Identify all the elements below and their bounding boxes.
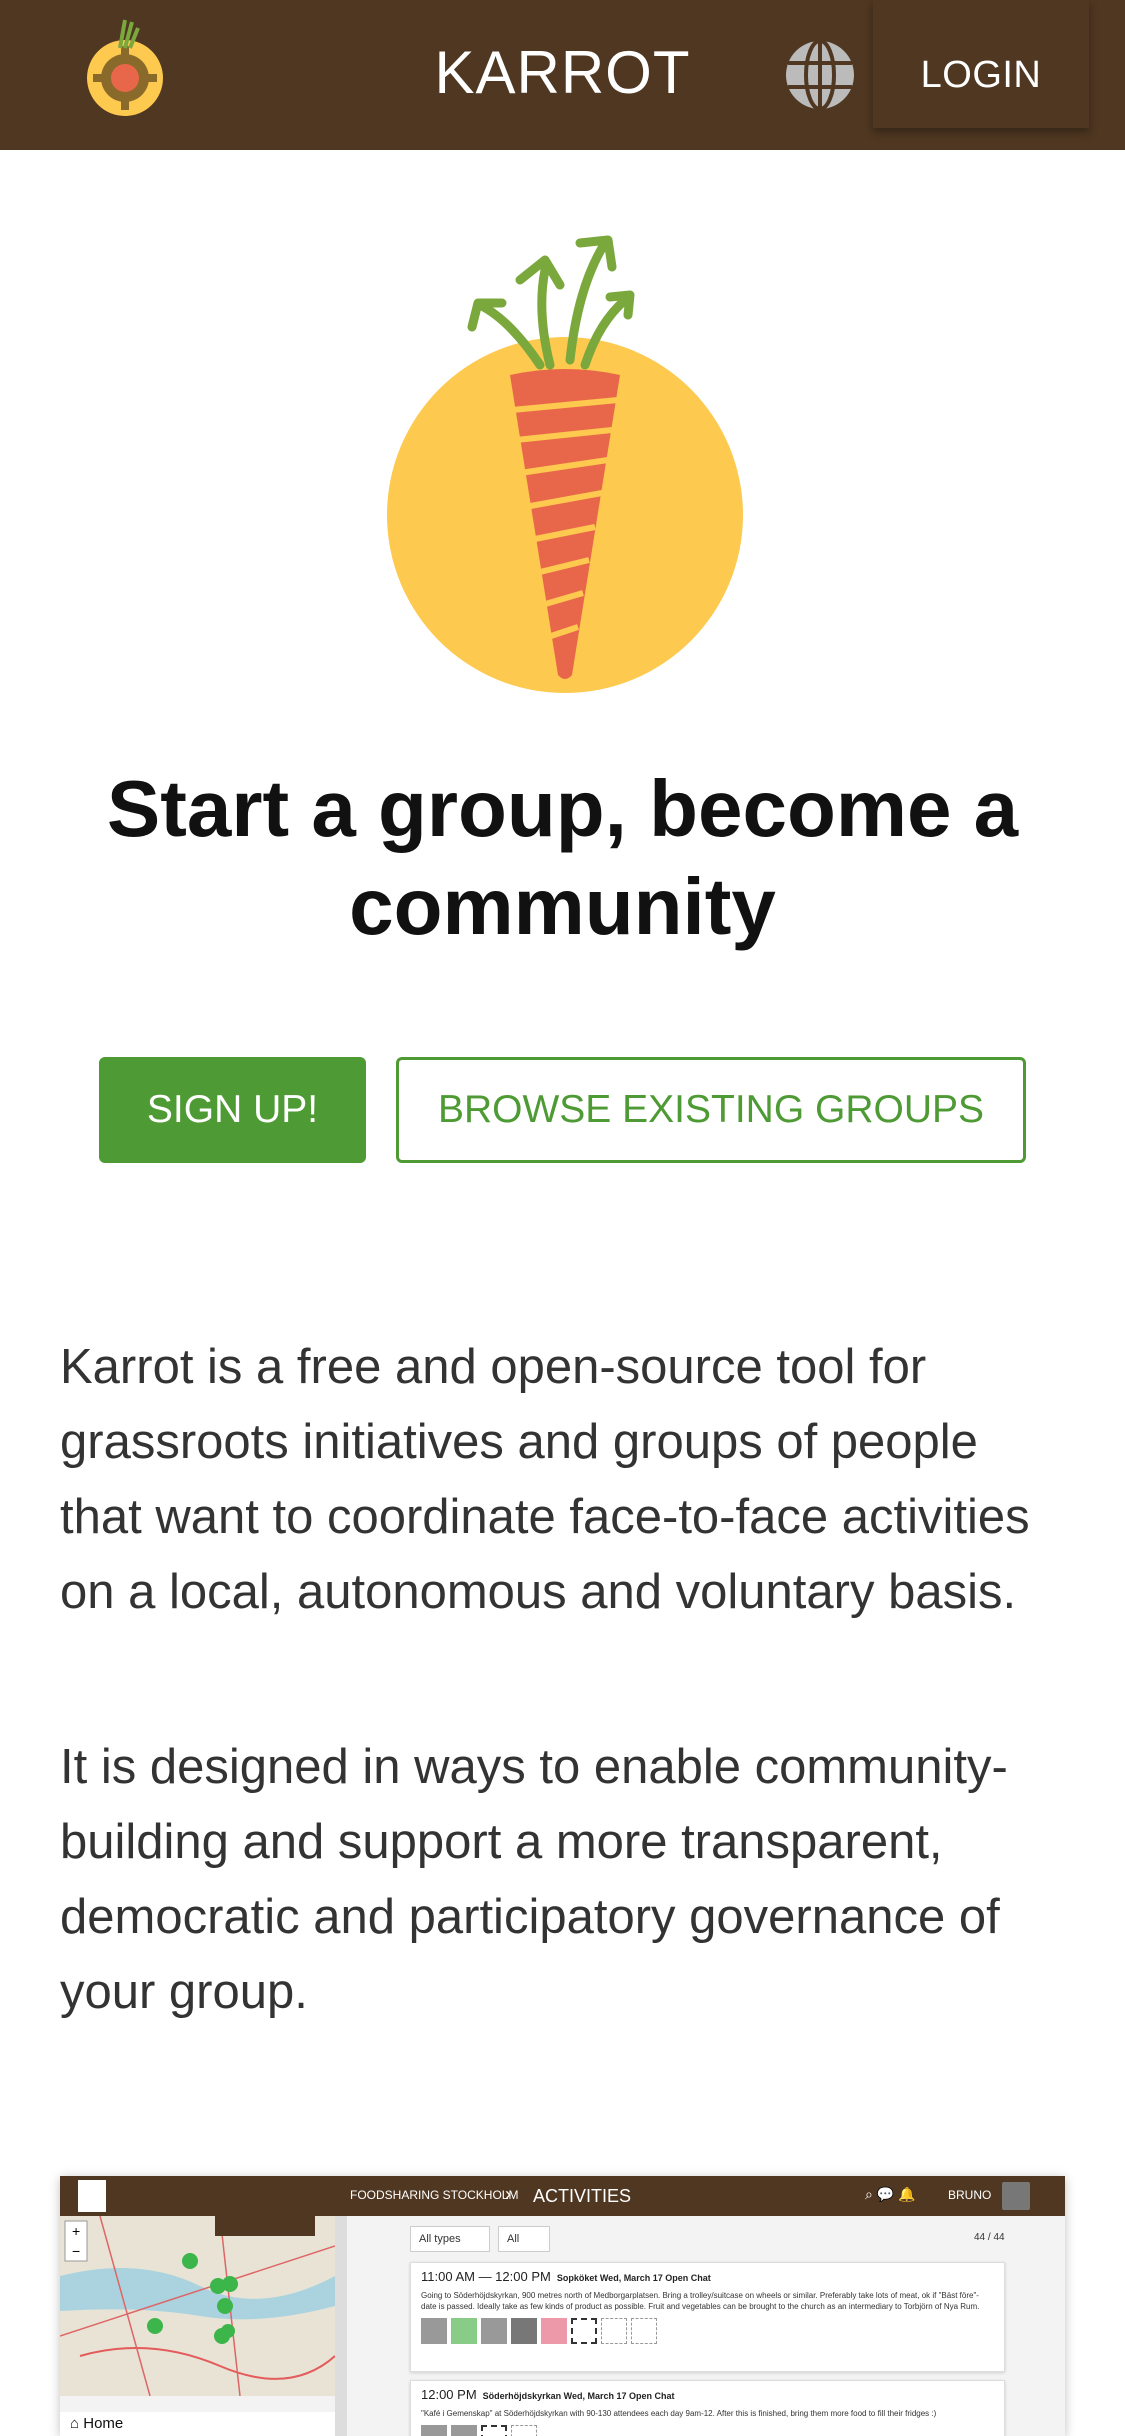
preview-activity-text: Going to Söderhöjdskyrkan, 900 metres no… — [421, 2291, 980, 2311]
empty-slot — [601, 2318, 627, 2344]
empty-slot — [511, 2425, 537, 2436]
empty-slot — [571, 2318, 597, 2344]
participant-avatar — [481, 2318, 507, 2344]
preview-activity-time-text: 11:00 AM — 12:00 PM — [421, 2269, 551, 2284]
preview-divider — [335, 2216, 347, 2436]
svg-text:+: + — [72, 2223, 80, 2239]
preview-participant-slots — [421, 2425, 994, 2436]
carrot-sun-illustration — [387, 235, 743, 693]
governance-paragraph: It is designed in ways to enable communi… — [60, 1740, 1008, 2019]
preview-page-title: ACTIVITIES — [533, 2186, 632, 2206]
app-header: KARROT LOGIN — [0, 0, 1125, 150]
preview-activity-count: 44 / 44 — [974, 2232, 1005, 2243]
preview-type-filter: All types — [410, 2226, 490, 2252]
empty-slot — [481, 2425, 507, 2436]
intro-paragraph: Karrot is a free and open-source tool fo… — [60, 1340, 1030, 1619]
preview-avatar — [1002, 2182, 1030, 2210]
preview-header-bar: FOODSHARING STOCKHOLM › ACTIVITIES ⌕ 💬 🔔… — [60, 2176, 1065, 2216]
preview-activity-time: 11:00 AM — 12:00 PM Sopköket Wed, March 1… — [421, 2269, 994, 2284]
participant-avatar — [451, 2425, 477, 2436]
language-globe-icon[interactable] — [783, 38, 857, 112]
preview-user-name: BRUNO — [948, 2188, 992, 2202]
preview-group-name: FOODSHARING STOCKHOLM — [350, 2188, 519, 2202]
preview-participant-slots — [421, 2318, 994, 2344]
chevron-right-icon: › — [505, 2184, 511, 2204]
participant-avatar — [451, 2318, 477, 2344]
preview-logo-icon — [78, 2180, 106, 2212]
preview-activity-text: "Kafé i Gemenskap" at Söderhöjdskyrkan w… — [421, 2409, 937, 2418]
preview-activity-time-text: 12:00 PM — [421, 2387, 477, 2402]
browse-groups-button[interactable]: BROWSE EXISTING GROUPS — [396, 1057, 1026, 1163]
preview-all-filter: All — [498, 2226, 550, 2252]
signup-button[interactable]: SIGN UP! — [99, 1057, 366, 1163]
karrot-logo-icon[interactable] — [80, 18, 170, 123]
preview-activity-meta: Sopköket Wed, March 17 Open Chat — [556, 2273, 711, 2283]
app-screenshot-preview: FOODSHARING STOCKHOLM › ACTIVITIES ⌕ 💬 🔔… — [60, 2176, 1065, 2436]
empty-slot — [631, 2318, 657, 2344]
preview-home-text: Home — [83, 2415, 124, 2432]
preview-activity-time: 12:00 PM Söderhöjdskyrkan Wed, March 17 O… — [421, 2387, 994, 2402]
preview-activity-meta: Söderhöjdskyrkan Wed, March 17 Open Chat — [482, 2391, 675, 2401]
login-button[interactable]: LOGIN — [873, 0, 1089, 128]
preview-activity-card: 12:00 PM Söderhöjdskyrkan Wed, March 17 O… — [410, 2380, 1005, 2436]
preview-home-label: ⌂ Home — [60, 2412, 335, 2436]
participant-avatar — [421, 2318, 447, 2344]
hero-headline: Start a group, become a community — [106, 764, 1019, 951]
participant-avatar — [541, 2318, 567, 2344]
svg-text:−: − — [72, 2243, 80, 2259]
preview-activity-card: 11:00 AM — 12:00 PM Sopköket Wed, March 1… — [410, 2262, 1005, 2372]
participant-avatar — [421, 2425, 447, 2436]
preview-map: + − — [60, 2216, 335, 2396]
participant-avatar — [511, 2318, 537, 2344]
preview-toolbar-icons: ⌕ 💬 🔔 — [865, 2186, 916, 2202]
